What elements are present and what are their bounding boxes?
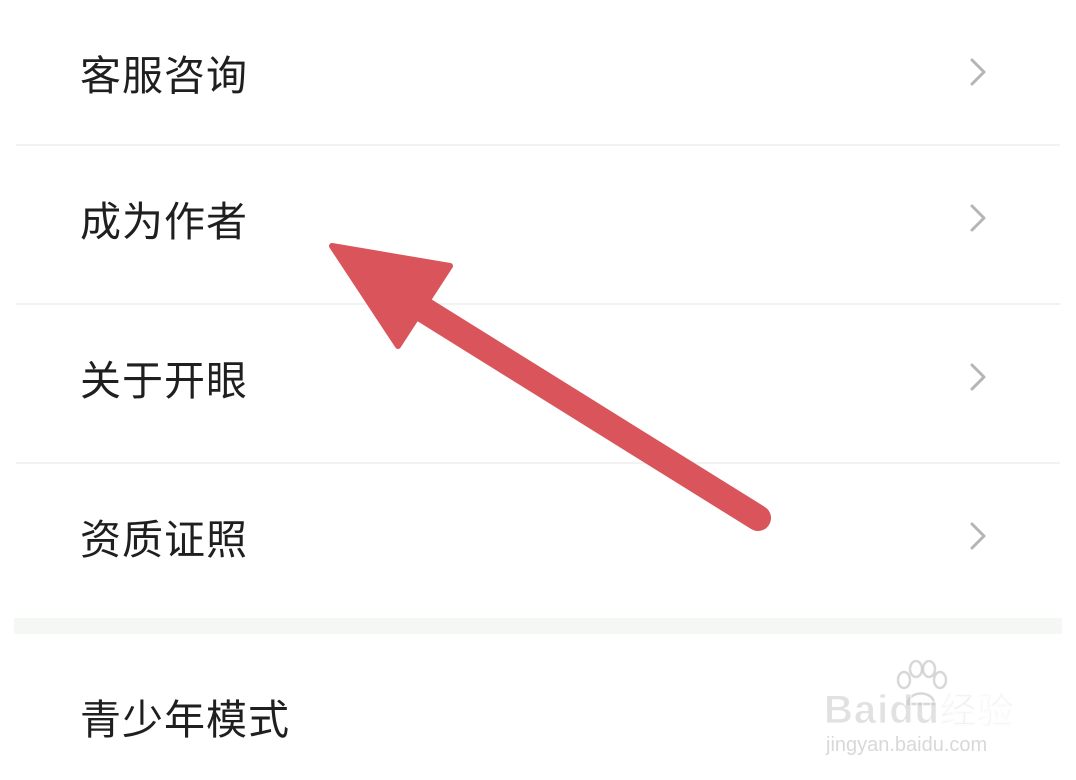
chevron-right-icon [970,58,986,86]
section-separator [14,618,1062,634]
baidu-watermark: Baidu经验 jingyan.baidu.com [820,660,1030,770]
menu-item-label: 客服咨询 [80,52,248,100]
chevron-right-icon [970,204,986,232]
menu-item-become-author[interactable]: 成为作者 [0,146,1076,290]
menu-item-label: 青少年模式 [80,695,290,744]
menu-item-customer-service[interactable]: 客服咨询 [0,0,1076,144]
menu-item-qualifications[interactable]: 资质证照 [0,464,1076,608]
chevron-right-icon [970,522,986,550]
menu-item-label: 关于开眼 [80,357,248,405]
menu-item-label: 成为作者 [80,198,248,246]
watermark-url: jingyan.baidu.com [826,734,988,756]
menu-item-about[interactable]: 关于开眼 [0,305,1076,449]
watermark-brand: Baidu经验 [823,688,1015,733]
menu-item-label: 资质证照 [80,516,248,564]
chevron-right-icon [970,363,986,391]
